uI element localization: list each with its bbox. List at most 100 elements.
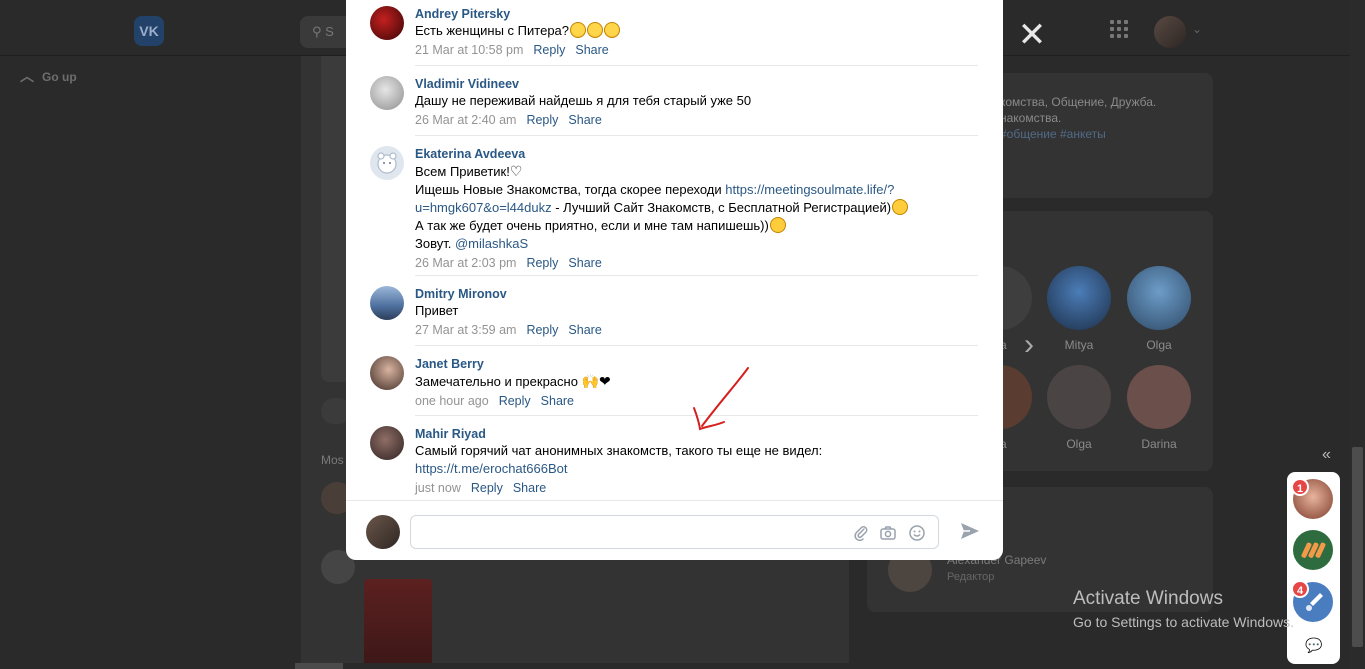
- avatar: [1127, 365, 1191, 429]
- heart-outline-icon: ♡: [509, 163, 523, 179]
- comment-text: Дашу не переживай найдешь я для тебя ста…: [415, 93, 752, 108]
- comment-text-line1: Всем Приветик!: [415, 164, 510, 179]
- friend-item[interactable]: Olga: [1047, 365, 1111, 451]
- horizontal-scrollbar[interactable]: [0, 663, 1350, 669]
- comment-author[interactable]: Andrey Pitersky: [415, 6, 978, 22]
- hug-emoji-icon: [604, 22, 621, 38]
- heart-eyes-emoji-icon: [892, 199, 909, 215]
- app-icon[interactable]: [1293, 530, 1333, 570]
- friend-item[interactable]: Darina: [1127, 365, 1191, 451]
- attach-icon[interactable]: [852, 524, 870, 542]
- share-button[interactable]: Share: [513, 481, 546, 495]
- divider: [415, 415, 978, 416]
- friend-item[interactable]: Olga: [1127, 266, 1191, 352]
- emoji-picker-icon[interactable]: [908, 524, 926, 542]
- hug-emoji-icon: [570, 22, 587, 38]
- divider: [415, 135, 978, 136]
- horizontal-scrollbar-thumb[interactable]: [295, 663, 343, 669]
- comment-text: Есть женщины с Питера?: [415, 23, 570, 38]
- scrollbar-thumb[interactable]: [1352, 447, 1363, 647]
- group-description: комства, Общение, Дружба. накомства. #об…: [1000, 94, 1190, 142]
- comment-time[interactable]: just now: [415, 481, 461, 495]
- avatar: [1047, 266, 1111, 330]
- comment-text-line2: Ищешь Новые Знакомства, тогда скорее пер…: [415, 182, 726, 197]
- comment-time[interactable]: 26 Mar at 2:03 pm: [415, 256, 516, 270]
- avatar[interactable]: [370, 146, 404, 180]
- comment-time[interactable]: 21 Mar at 10:58 pm: [415, 43, 523, 57]
- avatar: [1127, 266, 1191, 330]
- avatar[interactable]: [370, 356, 404, 390]
- chevron-down-icon[interactable]: ⌄: [1192, 22, 1202, 36]
- comment-link[interactable]: https://t.me/erochat666Bot: [415, 461, 567, 476]
- close-icon[interactable]: ✕: [1017, 18, 1047, 52]
- raised-hands-emoji-icon: 🙌: [581, 373, 599, 389]
- comment-text: Привет: [415, 303, 459, 318]
- comment-author[interactable]: Mahir Riyad: [415, 426, 978, 442]
- friend-name: Olga: [1066, 437, 1092, 451]
- go-up-label: Go up: [42, 70, 77, 84]
- apps-grid-icon[interactable]: [1110, 20, 1130, 40]
- avatar[interactable]: [370, 426, 404, 460]
- paperclip-icon: [854, 526, 868, 542]
- reply-button[interactable]: Reply: [533, 43, 565, 57]
- share-button[interactable]: Share: [568, 113, 601, 127]
- share-button[interactable]: Share: [568, 256, 601, 270]
- comment-time[interactable]: 26 Mar at 2:40 am: [415, 113, 516, 127]
- reply-button[interactable]: Reply: [499, 394, 531, 408]
- upside-down-face-emoji-icon: [769, 217, 786, 233]
- chevron-right-icon[interactable]: ›: [1024, 328, 1034, 362]
- avatar: [366, 515, 400, 549]
- divider: [415, 345, 978, 346]
- default-avatar-icon: [377, 152, 397, 174]
- reply-button[interactable]: Reply: [526, 256, 558, 270]
- unread-badge: 4: [1291, 580, 1309, 598]
- comment-input-box[interactable]: [410, 515, 939, 549]
- reply-button[interactable]: Reply: [526, 323, 558, 337]
- comment-text: Замечательно и прекрасно: [415, 374, 582, 389]
- group-description-line2: накомства.: [1000, 111, 1062, 125]
- share-button[interactable]: Share: [575, 43, 608, 57]
- sticker-image: [364, 579, 432, 669]
- app-logo-icon: [1301, 542, 1326, 558]
- go-up-button[interactable]: ︿ Go up: [20, 66, 77, 86]
- comment-list: Andrey Pitersky Есть женщины с Питера? 2…: [346, 0, 1003, 500]
- share-button[interactable]: Share: [568, 323, 601, 337]
- avatar[interactable]: [370, 76, 404, 110]
- message-icon[interactable]: 💬: [1305, 637, 1322, 654]
- comment-author[interactable]: Ekaterina Avdeeva: [415, 146, 978, 162]
- hug-emoji-icon: [587, 22, 604, 38]
- divider: [415, 275, 978, 276]
- comment-text-line4: Зовут.: [415, 236, 455, 251]
- group-tags[interactable]: #общение #анкеты: [1000, 126, 1190, 142]
- send-button[interactable]: [959, 520, 981, 548]
- reply-button[interactable]: Reply: [471, 481, 503, 495]
- comment-time[interactable]: one hour ago: [415, 394, 489, 408]
- vk-logo[interactable]: VK: [134, 16, 164, 46]
- unread-badge: 1: [1291, 478, 1309, 496]
- avatar[interactable]: [370, 286, 404, 320]
- smiley-icon: [909, 525, 925, 541]
- camera-icon[interactable]: [879, 524, 897, 542]
- reply-button[interactable]: Reply: [526, 113, 558, 127]
- watermark-subtitle: Go to Settings to activate Windows.: [1073, 614, 1294, 630]
- comment-composer: [346, 500, 1003, 560]
- comment-text: Самый горячий чат анонимных знакомств, т…: [415, 443, 823, 458]
- comments-modal: Andrey Pitersky Есть женщины с Питера? 2…: [346, 0, 1003, 560]
- friend-name: Darina: [1141, 437, 1177, 451]
- mention-link[interactable]: @milashkaS: [455, 236, 528, 251]
- black-heart-icon: ❤: [599, 373, 611, 389]
- avatar: [1047, 365, 1111, 429]
- friend-item[interactable]: Mitya: [1047, 266, 1111, 352]
- comment-text-line2-tail: - Лучший Сайт Знакомств, с Бесплатной Ре…: [551, 200, 892, 215]
- profile-avatar[interactable]: [1154, 16, 1186, 48]
- share-button[interactable]: Share: [541, 394, 574, 408]
- comment-author[interactable]: Janet Berry: [415, 356, 978, 372]
- comment-author[interactable]: Dmitry Mironov: [415, 286, 978, 302]
- most-relevant-label[interactable]: Mos: [321, 453, 344, 467]
- friend-name: Mitya: [1064, 338, 1094, 352]
- comment-time[interactable]: 27 Mar at 3:59 am: [415, 323, 516, 337]
- avatar[interactable]: [370, 6, 404, 40]
- comment-author[interactable]: Vladimir Vidineev: [415, 76, 978, 92]
- comment-input[interactable]: [421, 524, 841, 539]
- collapse-panel-icon[interactable]: «: [1322, 446, 1331, 464]
